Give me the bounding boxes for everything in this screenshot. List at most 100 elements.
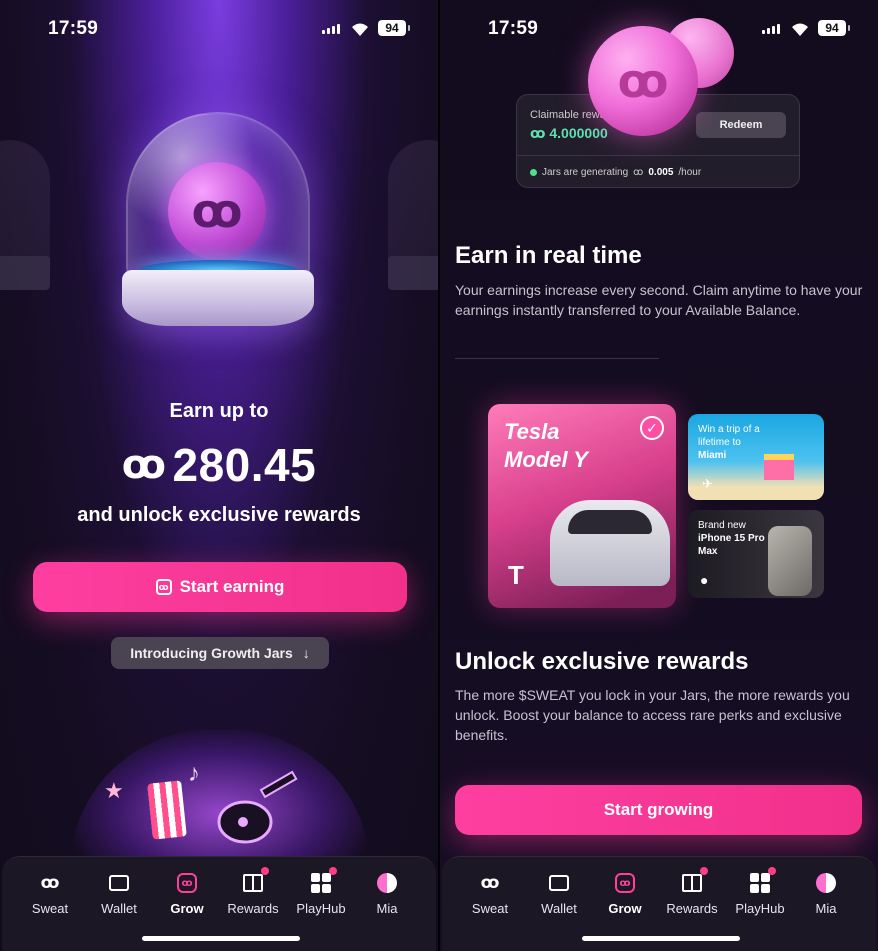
lifeguard-hut-image: [764, 454, 794, 480]
grid-icon: [309, 867, 337, 895]
sweat-icon: ꝏ: [40, 873, 60, 892]
star-icon: ★: [104, 778, 124, 803]
grid-icon: [748, 867, 776, 895]
notification-dot: [329, 867, 337, 875]
side-jar-left: [0, 140, 50, 290]
tab-label: PlayHub: [735, 901, 785, 916]
tab-bar: ꝏ Sweat Wallet ꝏ Grow Rewards PlayHub Mi…: [2, 856, 436, 951]
earn-amount-value: 280.45: [172, 439, 317, 491]
sweat-logo-icon: ꝏ: [121, 443, 167, 487]
signal-icon: [322, 24, 340, 34]
notification-dot: [700, 867, 708, 875]
mia-icon: [814, 871, 838, 895]
popcorn-icon: [147, 780, 187, 840]
claimable-amount: 4.000000: [549, 125, 608, 141]
tab-rewards[interactable]: Rewards: [658, 867, 726, 916]
tab-rewards[interactable]: Rewards: [219, 867, 287, 916]
apple-logo-icon: ●: [700, 572, 709, 588]
tab-sweat[interactable]: ꝏ Sweat: [456, 871, 524, 916]
check-icon: ✓: [640, 416, 664, 440]
sweat-logo-icon: ꝏ: [530, 125, 550, 141]
section-title-rewards: Unlock exclusive rewards: [455, 648, 749, 675]
tab-label: Grow: [170, 901, 204, 916]
wallet-icon: [107, 871, 131, 895]
iphone-image: [768, 526, 812, 596]
generating-value: 0.005: [648, 167, 674, 178]
introducing-growth-jars-button[interactable]: Introducing Growth Jars ↓: [111, 637, 329, 669]
home-indicator[interactable]: [582, 936, 740, 941]
claimable-value: ꝏ 4.000000: [530, 125, 608, 142]
iphone-text: Brand new iPhone 15 Pro Max: [698, 520, 765, 557]
live-dot-icon: [530, 169, 537, 176]
tab-label: Mia: [376, 901, 398, 916]
growth-jar-illustration: ꝏ: [118, 112, 318, 327]
signal-icon: [762, 24, 780, 34]
gift-icon: [680, 867, 708, 895]
start-earning-button[interactable]: ꝏ Start earning: [33, 562, 407, 612]
card-divider: [517, 155, 799, 156]
tab-label: PlayHub: [296, 901, 346, 916]
tab-grow[interactable]: ꝏ Grow: [591, 871, 659, 916]
status-time: 17:59: [48, 18, 99, 39]
battery-icon: 94: [378, 20, 410, 36]
wifi-icon: [352, 23, 368, 36]
gift-icon: [241, 867, 269, 895]
section-title-earn: Earn in real time: [455, 242, 642, 269]
car-image: [550, 500, 670, 586]
sweat-icon: ꝏ: [480, 873, 500, 892]
guitar-icon: [217, 770, 298, 844]
tab-label: Mia: [815, 901, 837, 916]
unlock-label: and unlock exclusive rewards: [77, 504, 361, 526]
miami-text: Win a trip of a lifetime to Miami: [698, 424, 760, 461]
left-screen: 17:59 94 ꝏ Earn up to ꝏ 280.45 and unloc…: [0, 0, 438, 951]
tab-label: Grow: [608, 901, 642, 916]
wallet-icon: [547, 871, 571, 895]
notification-dot: [768, 867, 776, 875]
mia-icon: [375, 871, 399, 895]
status-time: 17:59: [488, 18, 539, 39]
home-indicator[interactable]: [142, 936, 300, 941]
redeem-button[interactable]: Redeem: [696, 112, 786, 138]
section-text-earn: Your earnings increase every second. Cla…: [455, 282, 863, 318]
coin-big-icon: ꝏ: [588, 26, 698, 136]
grow-icon: ꝏ: [613, 871, 637, 895]
arrow-down-icon: ↓: [302, 645, 310, 661]
tab-label: Wallet: [101, 901, 137, 916]
grow-icon: ꝏ: [175, 871, 199, 895]
start-earning-label: Start earning: [179, 577, 285, 596]
claimable-label: Claimable rewa: [530, 109, 606, 121]
tesla-reward-card[interactable]: Tesla Model Y ✓ T: [488, 404, 676, 608]
tab-mia[interactable]: Mia: [353, 871, 421, 916]
tab-label: Wallet: [541, 901, 577, 916]
generating-label: Jars are generating: [542, 167, 629, 178]
notification-dot: [261, 867, 269, 875]
right-screen: 17:59 94 ꝏ Claimable rewa ꝏ 4.000000 Red…: [440, 0, 878, 951]
tab-sweat[interactable]: ꝏ Sweat: [16, 871, 84, 916]
tab-label: Sweat: [471, 901, 509, 916]
tab-wallet[interactable]: Wallet: [525, 871, 593, 916]
sweat-logo-icon: ꝏ: [633, 167, 644, 178]
section-divider: [455, 358, 659, 359]
earn-amount: ꝏ 280.45: [0, 438, 438, 492]
iphone-reward-card[interactable]: Brand new iPhone 15 Pro Max ●: [688, 510, 824, 598]
start-growing-button[interactable]: Start growing: [455, 785, 862, 835]
grow-icon: ꝏ: [155, 579, 172, 595]
tab-label: Rewards: [666, 901, 718, 916]
tab-label: Rewards: [227, 901, 279, 916]
battery-icon: 94: [818, 20, 850, 36]
tab-mia[interactable]: Mia: [792, 871, 860, 916]
wifi-icon: [792, 23, 808, 36]
tesla-logo-icon: T: [508, 560, 524, 590]
status-bar: 17:59 94: [0, 16, 438, 42]
tab-playhub[interactable]: PlayHub: [287, 867, 355, 916]
miami-trip-card[interactable]: Win a trip of a lifetime to Miami ✈: [688, 414, 824, 500]
generating-unit: /hour: [678, 167, 702, 178]
tab-grow[interactable]: ꝏ Grow: [153, 871, 221, 916]
tab-label: Sweat: [31, 901, 69, 916]
side-jar-right: [388, 140, 438, 290]
music-note-icon: ♪: [188, 760, 200, 787]
tesla-title: Tesla Model Y: [504, 419, 588, 472]
tab-wallet[interactable]: Wallet: [85, 871, 153, 916]
tab-playhub[interactable]: PlayHub: [726, 867, 794, 916]
intro-chip-label: Introducing Growth Jars: [130, 645, 293, 661]
